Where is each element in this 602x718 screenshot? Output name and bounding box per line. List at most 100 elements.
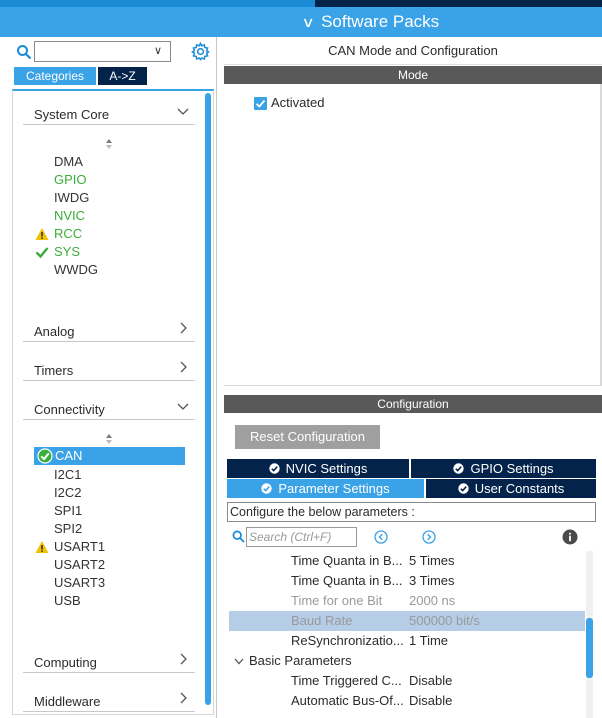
check-icon (255, 99, 266, 108)
software-packs-menu[interactable]: ∨ Software Packs (0, 7, 602, 37)
param-value[interactable]: Disable (409, 691, 452, 711)
param-row[interactable]: Time Quanta in B... 5 Times (229, 551, 585, 571)
software-packs-label: Software Packs (321, 12, 440, 31)
tab-label: Parameter Settings (278, 481, 390, 496)
tab-categories[interactable]: Categories (14, 67, 96, 85)
configuration-panel: Reset Configuration NVIC Settings GPIO S… (224, 413, 602, 718)
chevron-down-icon[interactable]: ∨ (154, 44, 162, 57)
param-name: Time Quanta in B... (291, 573, 403, 588)
param-value[interactable]: 5 Times (409, 551, 455, 571)
param-value: 500000 bit/s (409, 613, 480, 628)
mode-config-pane: CAN Mode and Configuration Mode Activate… (224, 37, 602, 718)
tab-label: NVIC Settings (285, 461, 368, 476)
category-tree: System Core DMA GPIO IWDG NVIC RCC SYS W… (12, 89, 214, 715)
param-group-basic[interactable]: Basic Parameters (229, 651, 585, 671)
check-circle-icon (37, 448, 53, 464)
tab-nvic-settings[interactable]: NVIC Settings (227, 459, 409, 478)
param-row[interactable]: Time for one Bit 2000 ns (229, 591, 585, 611)
tab-a-to-z[interactable]: A->Z (98, 67, 147, 85)
param-row[interactable]: Time Quanta in B... 3 Times (229, 571, 585, 591)
section-analog[interactable]: Analog (23, 318, 195, 342)
tab-strip-inactive[interactable] (315, 0, 602, 7)
search-row: ∨ (14, 41, 214, 63)
item-wwdg[interactable]: WWDG (54, 261, 98, 279)
parameter-search: Search (Ctrl+F) (232, 527, 362, 547)
chevron-right-icon (180, 361, 187, 373)
section-label: Connectivity (34, 402, 105, 417)
section-label: System Core (34, 107, 110, 122)
sort-icon[interactable] (105, 433, 113, 445)
gear-icon[interactable] (191, 42, 210, 61)
param-row[interactable]: ReSynchronizatio... 1 Time (229, 631, 585, 651)
param-value[interactable]: 3 Times (409, 571, 455, 591)
previous-result-icon[interactable] (374, 530, 388, 544)
item-usart2[interactable]: USART2 (54, 556, 105, 574)
chevron-right-icon (180, 322, 187, 334)
check-circle-icon (261, 483, 273, 494)
param-row[interactable]: Time Triggered C... Disable (229, 671, 585, 691)
section-label: Computing (34, 655, 97, 670)
section-middleware[interactable]: Middleware (23, 688, 195, 712)
section-connectivity[interactable]: Connectivity (23, 396, 195, 420)
reset-configuration-button[interactable]: Reset Configuration (235, 425, 380, 449)
param-name: Automatic Bus-Of... (291, 693, 404, 708)
tab-gpio-settings[interactable]: GPIO Settings (411, 459, 596, 478)
item-usart1[interactable]: USART1 (54, 538, 105, 556)
param-value: 2000 ns (409, 593, 456, 608)
parameter-search-input[interactable]: Search (Ctrl+F) (246, 527, 357, 547)
tab-user-constants[interactable]: User Constants (426, 479, 596, 498)
check-circle-icon (453, 463, 465, 474)
next-result-icon[interactable] (422, 530, 436, 544)
item-i2c1[interactable]: I2C1 (54, 466, 81, 484)
search-icon (232, 530, 245, 543)
sort-icon[interactable] (105, 138, 113, 150)
item-usb[interactable]: USB (54, 592, 81, 610)
section-timers[interactable]: Timers (23, 357, 195, 381)
item-nvic[interactable]: NVIC (54, 207, 85, 225)
item-spi2[interactable]: SPI2 (54, 520, 82, 538)
section-label: Timers (34, 363, 74, 378)
mode-header: Mode (224, 66, 602, 84)
activated-checkbox[interactable] (254, 97, 267, 110)
item-dma[interactable]: DMA (54, 153, 83, 171)
tab-label: User Constants (474, 481, 565, 496)
configure-description: Configure the below parameters : (227, 502, 596, 522)
item-rcc[interactable]: RCC (54, 225, 82, 243)
param-value[interactable]: Disable (409, 671, 452, 691)
section-computing[interactable]: Computing (23, 649, 195, 673)
section-label: Middleware (34, 694, 101, 709)
section-system-core[interactable]: System Core (23, 101, 195, 125)
warning-icon (35, 541, 49, 553)
item-iwdg[interactable]: IWDG (54, 189, 89, 207)
param-name: Time Quanta in B... (291, 553, 403, 568)
item-label: CAN (55, 448, 83, 463)
activated-label: Activated (271, 95, 325, 110)
chevron-down-icon[interactable] (234, 656, 244, 666)
param-value[interactable]: 1 Time (409, 631, 448, 651)
page-title: CAN Mode and Configuration (224, 37, 602, 65)
check-icon (35, 247, 49, 259)
param-row-selected[interactable]: Baud Rate 500000 bit/s (229, 611, 585, 631)
param-name: Time for one Bit (291, 593, 383, 608)
parameter-scrollbar[interactable] (586, 618, 593, 678)
chevron-down-icon (177, 403, 189, 410)
chevron-right-icon (180, 653, 187, 665)
warning-icon (35, 228, 49, 240)
item-sys[interactable]: SYS (54, 243, 80, 261)
item-i2c2[interactable]: I2C2 (54, 484, 81, 502)
top-banner: ∨ Software Packs (0, 0, 602, 37)
group-label: Basic Parameters (249, 653, 352, 668)
check-circle-icon (458, 483, 469, 494)
item-gpio[interactable]: GPIO (54, 171, 87, 189)
search-combo[interactable] (34, 41, 171, 62)
info-icon[interactable] (562, 529, 578, 545)
vertical-scrollbar[interactable] (205, 93, 211, 705)
item-usart3[interactable]: USART3 (54, 574, 105, 592)
categories-pane: ∨ Categories A->Z System Core DMA GPIO I… (0, 37, 217, 718)
tab-parameter-settings[interactable]: Parameter Settings (227, 479, 424, 498)
tab-strip-active[interactable] (0, 0, 315, 7)
item-spi1[interactable]: SPI1 (54, 502, 82, 520)
item-can[interactable]: CAN (34, 447, 185, 465)
param-name: Baud Rate (291, 613, 353, 628)
param-row[interactable]: Automatic Bus-Of... Disable (229, 691, 585, 711)
